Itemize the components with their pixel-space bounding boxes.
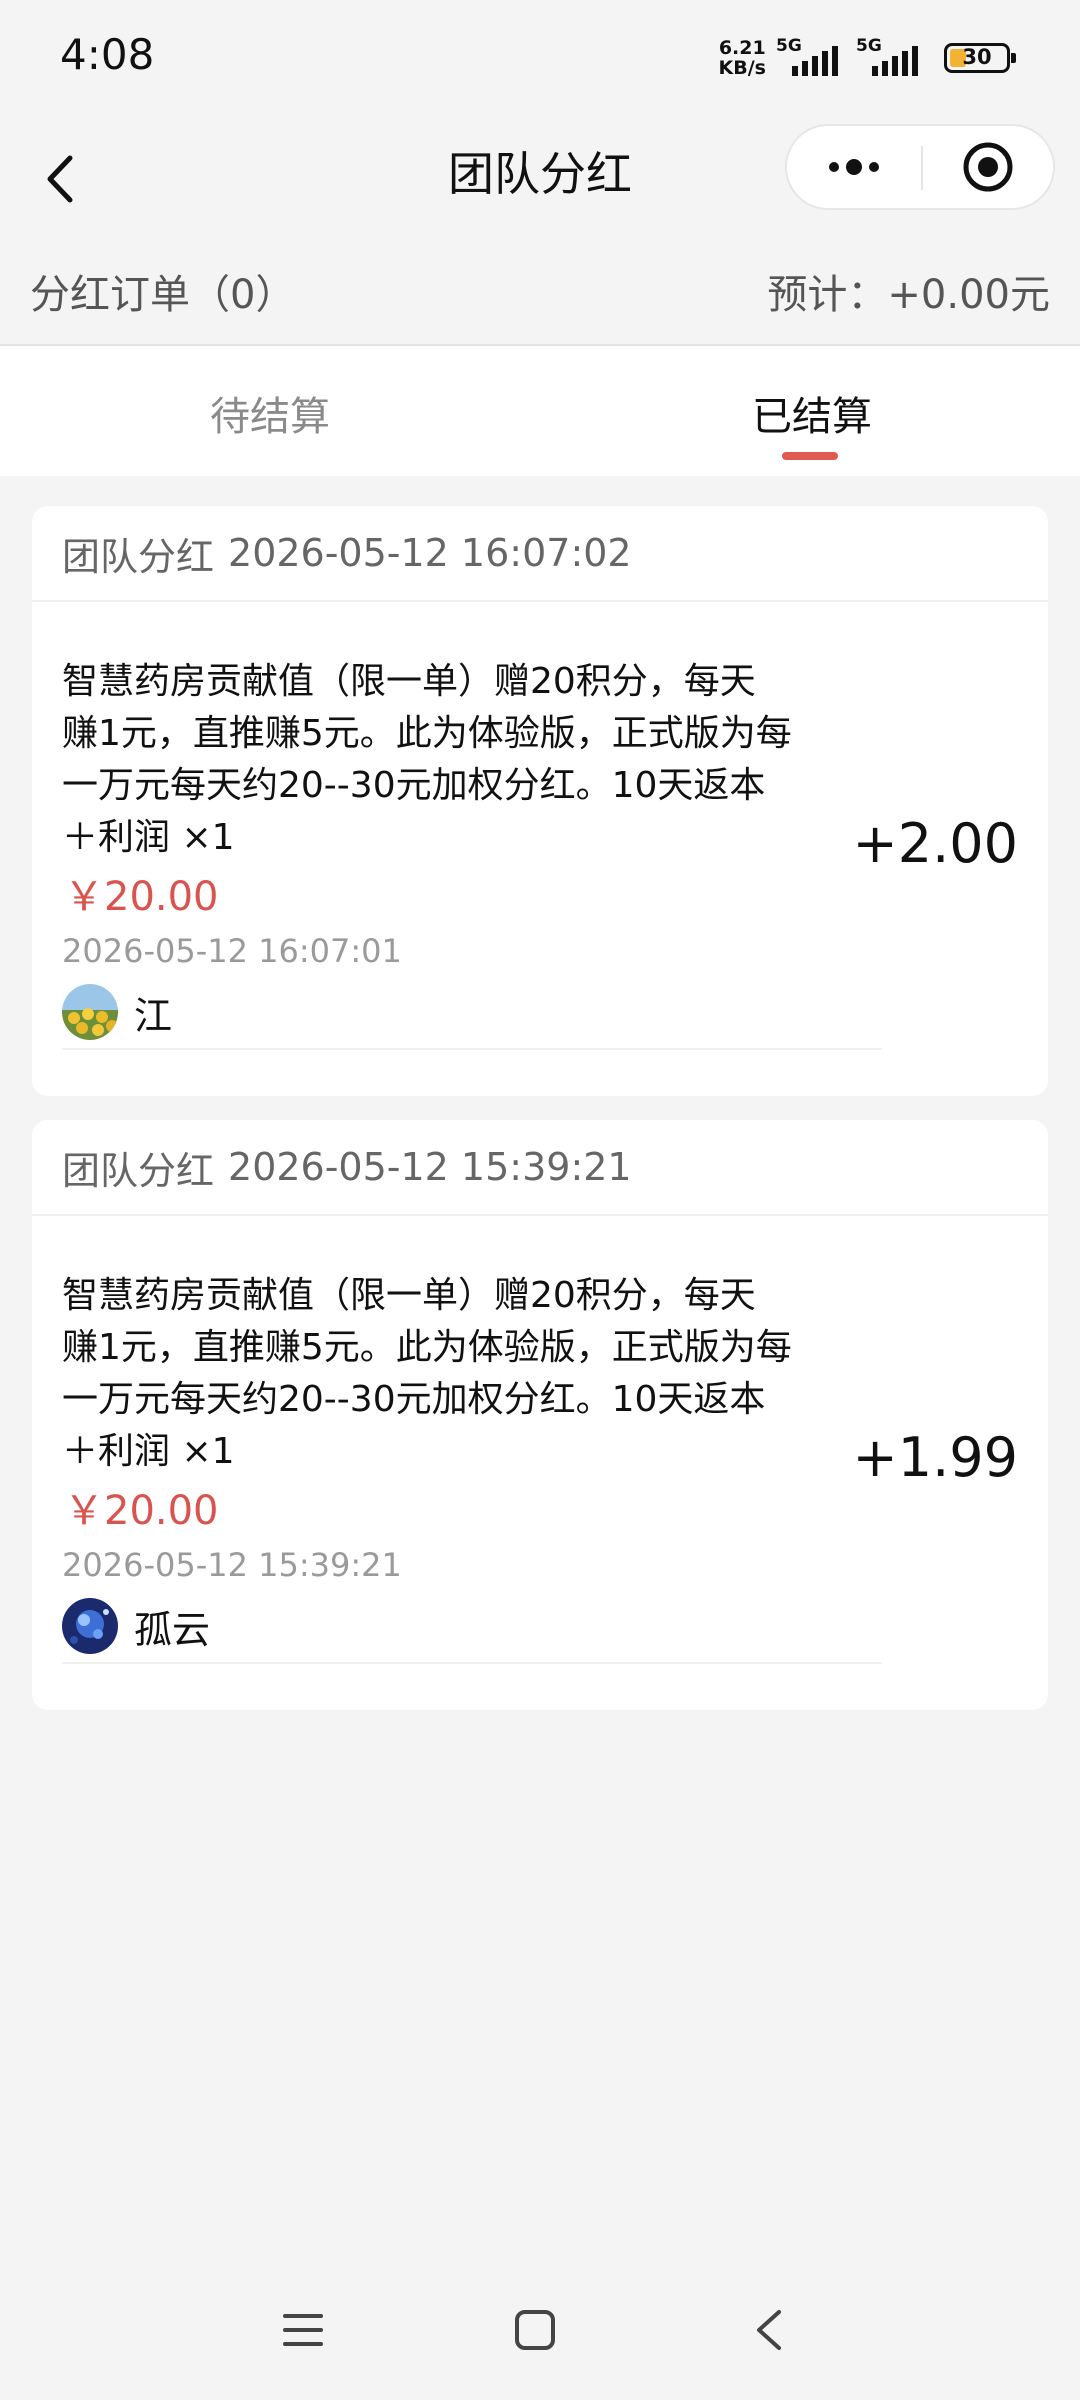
close-miniapp-button[interactable]	[923, 126, 1053, 208]
system-navigation-bar	[0, 2280, 1080, 2380]
signal-bars-icon	[872, 46, 918, 76]
order-time: 2026-05-12 15:39:21	[62, 1546, 402, 1584]
signal-bars-icon	[792, 46, 838, 76]
tab-pending[interactable]: 待结算	[210, 384, 330, 442]
recent-apps-button[interactable]	[258, 2280, 348, 2380]
divider	[62, 1048, 882, 1050]
network-speed-unit: KB/s	[718, 57, 766, 79]
order-time: 2026-05-12 16:07:01	[62, 932, 402, 970]
divider	[62, 1662, 882, 1664]
status-time: 4:08	[60, 30, 155, 79]
network-speed-value: 6.21	[718, 37, 766, 59]
network-speed: 6.21 KB/s	[719, 38, 766, 78]
record-header-label: 团队分红	[62, 1148, 215, 1193]
buyer-info: 江	[62, 984, 172, 1040]
product-price: ￥20.00	[64, 874, 219, 920]
avatar	[62, 984, 118, 1040]
dividend-record-card[interactable]: 团队分红 2026-05-12 16:07:02 智慧药房贡献值（限一单）赠20…	[32, 506, 1048, 1096]
active-tab-indicator	[782, 452, 838, 460]
dividend-amount: +1.99	[852, 1426, 1018, 1489]
battery-icon: 30	[944, 43, 1016, 73]
status-icons: 6.21 KB/s 5G 5G 30	[719, 36, 1016, 80]
battery-level: 30	[962, 45, 992, 69]
estimate-label: 预计：+0.00元	[767, 272, 1050, 318]
dividend-summary: 分红订单（0） 预计：+0.00元	[0, 240, 1080, 346]
dividend-amount: +2.00	[852, 812, 1018, 875]
system-back-button[interactable]	[724, 2280, 814, 2380]
signal-sim1: 5G	[776, 36, 846, 80]
avatar	[62, 1598, 118, 1654]
home-square-icon	[515, 2310, 555, 2350]
settlement-tabs: 待结算 已结算	[0, 346, 1080, 476]
product-description: 智慧药房贡献值（限一单）赠20积分，每天 赚1元，直推赚5元。此为体验版，正式版…	[62, 661, 792, 858]
record-header-time: 2026-05-12 16:07:02	[228, 531, 632, 575]
record-header: 团队分红 2026-05-12 16:07:02	[32, 506, 1048, 602]
target-icon	[963, 142, 1013, 192]
signal-sim2: 5G	[856, 36, 926, 80]
home-button[interactable]	[490, 2280, 580, 2380]
product-description: 智慧药房贡献值（限一单）赠20积分，每天 赚1元，直推赚5元。此为体验版，正式版…	[62, 1275, 792, 1472]
buyer-name: 江	[134, 993, 173, 1038]
buyer-name: 孤云	[134, 1607, 211, 1652]
status-bar: 4:08 6.21 KB/s 5G 5G 30	[0, 0, 1080, 120]
back-arrow-icon	[757, 2310, 781, 2350]
record-header-label: 团队分红	[62, 534, 215, 579]
more-dots-icon	[829, 159, 879, 175]
product-price: ￥20.00	[64, 1488, 219, 1534]
nav-bar: 团队分红	[0, 120, 1080, 240]
buyer-info: 孤云	[62, 1598, 210, 1654]
dividend-record-card[interactable]: 团队分红 2026-05-12 15:39:21 智慧药房贡献值（限一单）赠20…	[32, 1120, 1048, 1710]
orders-count-label: 分红订单（0）	[30, 272, 296, 318]
tab-settled[interactable]: 已结算	[752, 384, 872, 442]
menu-icon	[283, 2314, 323, 2346]
more-button[interactable]	[787, 126, 921, 208]
record-header-time: 2026-05-12 15:39:21	[228, 1145, 632, 1189]
miniapp-capsule	[785, 124, 1055, 210]
record-header: 团队分红 2026-05-12 15:39:21	[32, 1120, 1048, 1216]
